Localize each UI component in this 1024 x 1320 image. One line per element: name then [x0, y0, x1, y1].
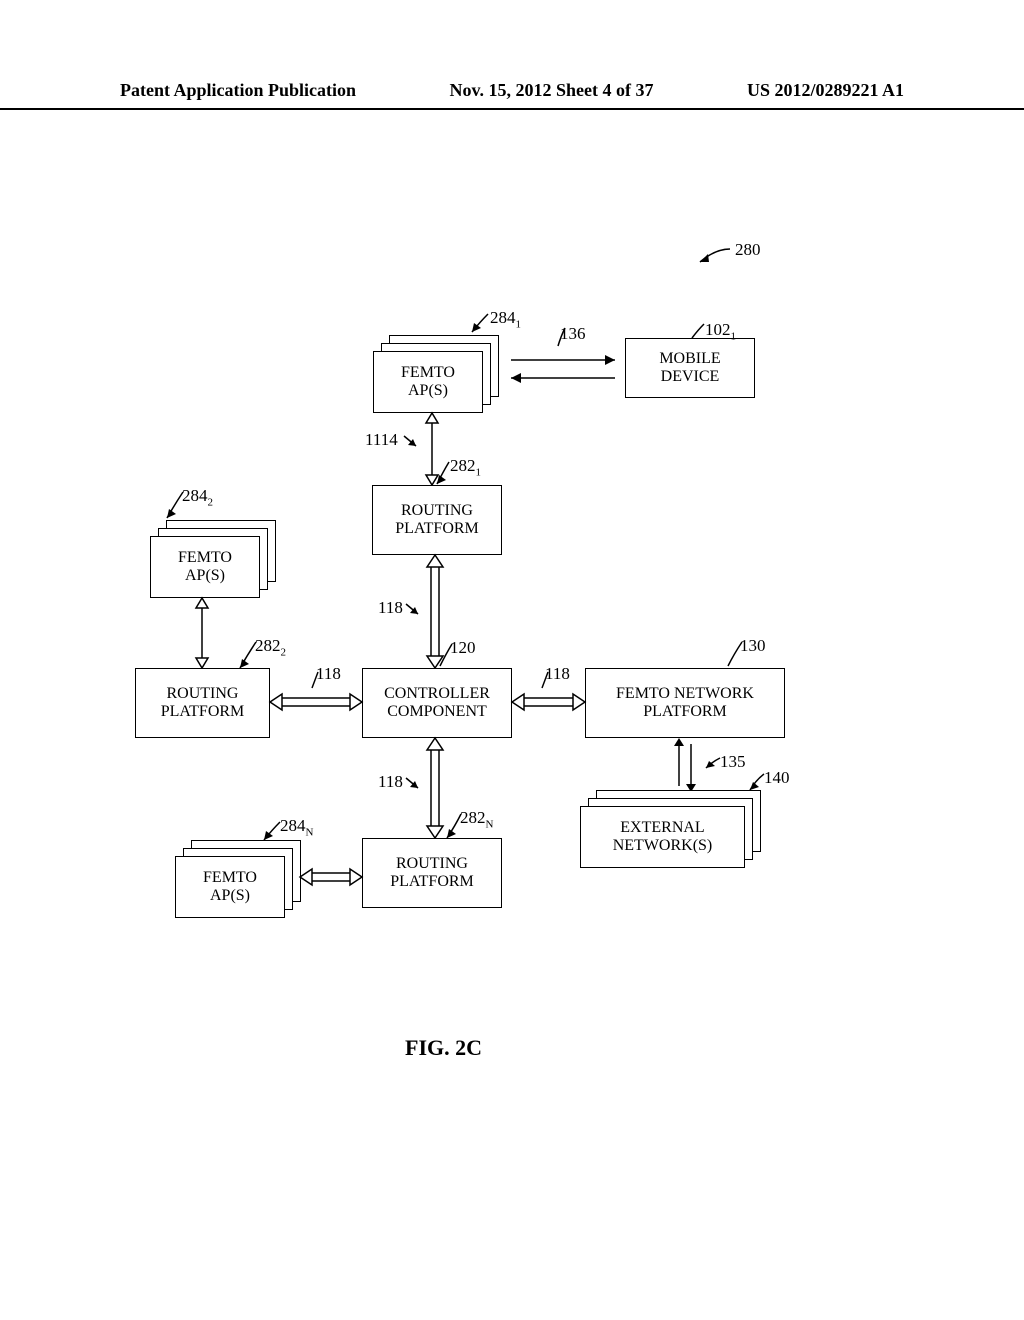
- external-networks-stack: EXTERNAL NETWORK(S): [580, 790, 770, 872]
- leader-130: [726, 642, 746, 668]
- routing-platform-1: ROUTING PLATFORM: [372, 485, 502, 555]
- leader-120: [438, 644, 456, 668]
- header-right: US 2012/0289221 A1: [747, 80, 904, 108]
- ref-284-N: 284N: [280, 816, 313, 838]
- page-header: Patent Application Publication Nov. 15, …: [0, 80, 1024, 110]
- leader-282-N: [445, 814, 465, 840]
- header-center: Nov. 15, 2012 Sheet 4 of 37: [450, 80, 654, 108]
- ref-140: 140: [764, 768, 790, 788]
- leader-102-1: [690, 320, 712, 342]
- leader-284-1: [470, 314, 492, 336]
- leader-282-1: [435, 462, 455, 486]
- ref-118-top: 118: [378, 598, 403, 618]
- femto-aps-1: FEMTO AP(S): [373, 351, 483, 413]
- diagram: 280 FEMTO AP(S) 2841 MOBILE DEVICE 1021 …: [0, 220, 1024, 1120]
- external-networks: EXTERNAL NETWORK(S): [580, 806, 745, 868]
- ref-118-bottom: 118: [378, 772, 403, 792]
- leader-1114: [404, 436, 418, 450]
- ref-282-N: 282N: [460, 808, 493, 830]
- leader-284-N: [262, 822, 284, 844]
- leader-280: [700, 244, 734, 266]
- ref-284-1: 2841: [490, 308, 521, 330]
- femto-aps-1-stack: FEMTO AP(S): [373, 335, 503, 413]
- routing-platform-2: ROUTING PLATFORM: [135, 668, 270, 738]
- leader-118-bottom: [406, 778, 420, 792]
- leader-284-2: [165, 492, 187, 520]
- link-routing2-controller: [270, 690, 362, 714]
- ref-1114: 1114: [365, 430, 398, 450]
- mobile-device: MOBILE DEVICE: [625, 338, 755, 398]
- femto-aps-n: FEMTO AP(S): [175, 856, 285, 918]
- routing-platform-n: ROUTING PLATFORM: [362, 838, 502, 908]
- leader-136: [555, 326, 569, 350]
- controller-component: CONTROLLER COMPONENT: [362, 668, 512, 738]
- leader-118-right: [540, 670, 552, 690]
- leader-135: [704, 756, 722, 772]
- ref-135: 135: [720, 752, 746, 772]
- link-femto2-routing2: [190, 598, 214, 668]
- ref-280: 280: [735, 240, 761, 260]
- femto-aps-2: FEMTO AP(S): [150, 536, 260, 598]
- link-femtonet-external: [670, 738, 700, 792]
- link-femto1-mobile: [503, 350, 625, 390]
- link-femtoN-routingN: [300, 865, 362, 889]
- leader-118-left: [310, 670, 322, 690]
- link-controller-femtonet: [512, 690, 585, 714]
- leader-118-top: [406, 604, 420, 618]
- header-left: Patent Application Publication: [120, 80, 356, 108]
- leader-140: [748, 772, 766, 792]
- femto-aps-2-stack: FEMTO AP(S): [150, 520, 280, 598]
- femto-network-platform: FEMTO NETWORK PLATFORM: [585, 668, 785, 738]
- figure-caption: FIG. 2C: [405, 1035, 482, 1061]
- leader-282-2: [238, 642, 260, 670]
- femto-aps-n-stack: FEMTO AP(S): [175, 840, 305, 918]
